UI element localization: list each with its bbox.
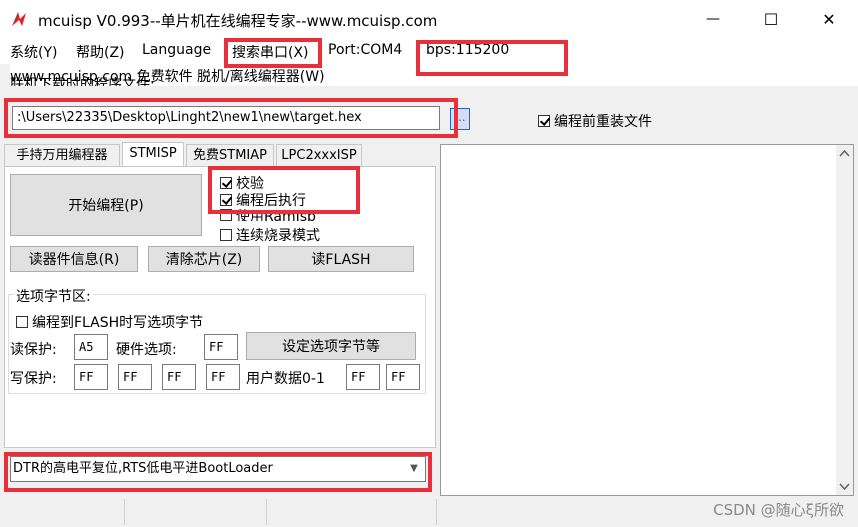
minimize-icon: — [706,11,720,27]
read-protect-field[interactable]: A5 [74,334,108,360]
continuous-burn-label: 连续烧录模式 [236,228,320,244]
browse-file-button[interactable]: … [450,108,470,130]
checkbox-box [16,316,28,328]
title-bar: mcuisp V0.993--单片机在线编程专家--www.mcuisp.com… [0,0,858,38]
write-protect-field-0[interactable]: FF [74,364,108,390]
set-option-bytes-button[interactable]: 设定选项字节等 [246,332,416,360]
mcuisp-window: mcuisp V0.993--单片机在线编程专家--www.mcuisp.com… [0,0,858,527]
boot-mode-select[interactable]: DTR的高电平复位,RTS低电平进BootLoader ▼ [10,456,426,482]
checkbox-box [220,194,232,206]
read-protect-label: 读保护: [10,342,57,358]
chevron-up-icon[interactable] [836,145,853,162]
maximize-button[interactable]: ☐ [742,0,800,38]
maximize-icon: ☐ [763,9,779,29]
tab-handheld-programmer[interactable]: 手持万用编程器 [4,144,120,166]
write-protect-field-2[interactable]: FF [162,364,196,390]
chevron-down-icon[interactable] [836,478,853,495]
tab-free-stmiap[interactable]: 免费STMIAP [186,144,274,166]
checkbox-box [220,229,232,241]
output-log[interactable] [440,144,854,496]
program-file-label: 联机下载时的程序文件: [10,77,155,86]
tab-stmisp[interactable]: STMISP [122,142,184,166]
read-device-info-button[interactable]: 读器件信息(R) [10,246,138,272]
write-protect-field-1[interactable]: FF [118,364,152,390]
erase-chip-button[interactable]: 清除芯片(Z) [148,246,260,272]
reload-before-program-checkbox[interactable]: 编程前重装文件 [538,111,652,131]
boot-mode-value: DTR的高电平复位,RTS低电平进BootLoader [13,461,273,476]
close-icon: ✕ [822,9,836,29]
use-ramisp-label: 使用RamIsp [236,209,316,221]
status-separator [124,499,125,525]
menu-help[interactable]: 帮助(Z) [76,42,125,62]
menu-port[interactable]: Port:COM4 [328,42,402,58]
user-data-label: 用户数据0-1 [246,371,325,387]
checkbox-box [220,177,232,189]
checkbox-box [220,209,232,221]
continuous-burn-checkbox[interactable]: 连续烧录模式 [220,225,320,245]
hex-file-path-field[interactable]: :\Users\22335\Desktop\Linght2\new1\new\t… [12,106,440,130]
hardware-option-label: 硬件选项: [116,342,177,358]
vertical-scrollbar[interactable] [836,145,853,495]
close-button[interactable]: ✕ [800,0,858,38]
user-data-field-0[interactable]: FF [346,364,380,390]
option-bytes-title: 选项字节区: [14,286,93,306]
checkbox-box [538,115,550,127]
app-logo-icon [12,12,26,26]
start-program-button[interactable]: 开始编程(P) [10,174,202,236]
menu-bps[interactable]: bps:115200 [426,42,509,58]
tab-lpc2xxxisp[interactable]: LPC2xxxISP [276,144,362,166]
minimize-button[interactable]: — [684,0,742,38]
write-protect-label: 写保护: [10,371,57,387]
ellipsis-icon: … [454,111,466,124]
status-separator [266,499,267,525]
write-option-bytes-checkbox[interactable]: 编程到FLASH时写选项字节 [16,312,203,332]
status-separator [436,499,437,525]
reload-before-program-label: 编程前重装文件 [554,114,652,130]
hardware-option-field[interactable]: FF [204,334,238,360]
window-title: mcuisp V0.993--单片机在线编程专家--www.mcuisp.com [38,12,438,30]
watermark: CSDN @随心ξ所欲 [713,501,844,519]
write-option-bytes-label: 编程到FLASH时写选项字节 [32,315,204,331]
read-flash-button[interactable]: 读FLASH [268,246,414,272]
chevron-down-icon[interactable]: ▼ [403,457,425,481]
menu-language[interactable]: Language [142,42,211,58]
menu-search-port[interactable]: 搜索串口(X) [232,42,309,62]
menu-bar: 系统(Y) 帮助(Z) Language 搜索串口(X) Port:COM4 b… [0,38,858,64]
menu-system[interactable]: 系统(Y) [10,42,57,62]
write-protect-field-3[interactable]: FF [206,364,240,390]
use-ramisp-checkbox[interactable]: 使用RamIsp [220,207,316,221]
user-data-field-1[interactable]: FF [386,364,420,390]
